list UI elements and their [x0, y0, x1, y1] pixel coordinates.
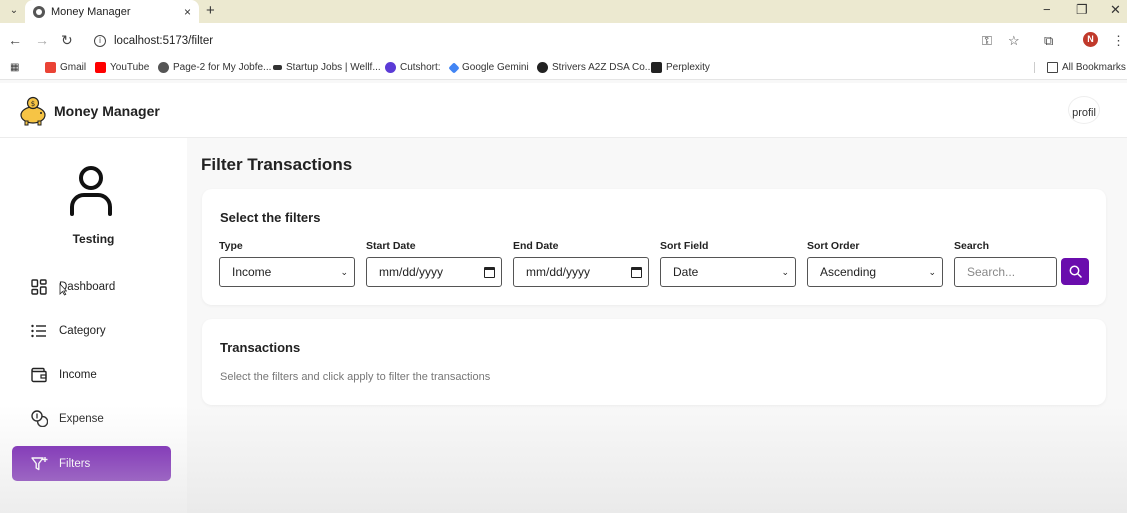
transactions-card: Transactions Select the filters and clic…	[202, 319, 1106, 405]
sort-field-label: Sort Field	[660, 240, 709, 252]
globe-icon	[158, 62, 169, 73]
address-bar: ← → ↻ i localhost:5173/filter ⚿ ☆ ⧉ N ⋮	[0, 23, 1127, 58]
bookmark-strivers[interactable]: Strivers A2Z DSA Co...	[537, 62, 653, 73]
sidebar: Testing Dashboard Category Income Expens…	[0, 138, 187, 513]
reload-icon[interactable]: ↻	[61, 32, 73, 49]
search-placeholder: Search...	[967, 265, 1016, 279]
user-name: Testing	[72, 232, 115, 246]
forward-icon[interactable]: →	[35, 32, 49, 48]
search-label: Search	[954, 240, 990, 252]
site-info-icon[interactable]: i	[94, 35, 106, 47]
apps-grid-icon[interactable]: ▦	[10, 62, 19, 73]
chevron-down-icon: ⌄	[340, 266, 348, 277]
wallet-icon	[30, 366, 48, 384]
start-date-value: mm/dd/yyyy	[379, 265, 444, 279]
bookmark-startup-jobs[interactable]: Startup Jobs | Wellf...	[273, 62, 381, 73]
url-input[interactable]: i localhost:5173/filter	[86, 28, 1036, 54]
url-text: localhost:5173/filter	[114, 35, 214, 47]
all-bookmarks[interactable]: All Bookmarks	[1034, 62, 1126, 73]
sort-field-value: Date	[673, 265, 699, 279]
sidebar-item-label: Category	[59, 324, 106, 337]
dashboard-icon	[30, 278, 48, 296]
bookmarks-bar: ▦ Gmail YouTube Page-2 for My Jobfe... S…	[0, 58, 1127, 80]
start-date-input[interactable]: mm/dd/yyyy	[366, 257, 502, 287]
password-key-icon[interactable]: ⚿	[982, 33, 992, 49]
sidebar-item-label: Income	[59, 368, 97, 381]
close-window-icon[interactable]: ✕	[1110, 2, 1121, 18]
folder-icon	[1047, 62, 1058, 73]
extensions-icon[interactable]: ⧉	[1044, 33, 1053, 49]
bookmark-youtube[interactable]: YouTube	[95, 62, 149, 73]
wellfound-icon	[273, 65, 282, 70]
app-title: Money Manager	[54, 103, 160, 119]
bookmark-page2-jobfe[interactable]: Page-2 for My Jobfe...	[158, 62, 271, 73]
search-icon	[1069, 265, 1082, 278]
striver-icon	[537, 62, 548, 73]
filters-card: Select the filters Type Income ⌄ Start D…	[202, 189, 1106, 305]
browser-tab-bar: ⌄ Money Manager × + − ❐ ✕	[0, 0, 1127, 23]
sidebar-item-filters[interactable]: Filters	[12, 446, 171, 481]
chevron-down-icon: ⌄	[928, 266, 936, 277]
filters-heading: Select the filters	[220, 210, 321, 225]
browser-profile-avatar[interactable]: N	[1083, 32, 1098, 47]
tab-title: Money Manager	[51, 5, 131, 18]
bookmark-google-gemini[interactable]: Google Gemini	[448, 61, 529, 74]
svg-text:$: $	[31, 100, 35, 108]
favicon-icon	[33, 5, 45, 18]
calendar-icon[interactable]	[631, 266, 642, 278]
bookmark-gmail[interactable]: Gmail	[45, 62, 86, 73]
coins-icon	[30, 410, 48, 428]
app-header: $ Money Manager profil	[0, 83, 1127, 138]
mouse-cursor-icon	[59, 283, 67, 296]
sidebar-item-income[interactable]: Income	[12, 357, 171, 392]
type-select[interactable]: Income ⌄	[219, 257, 355, 287]
sort-order-label: Sort Order	[807, 240, 860, 252]
filter-icon	[30, 455, 48, 473]
end-date-label: End Date	[513, 240, 559, 252]
browser-menu-icon[interactable]: ⋮	[1112, 33, 1125, 49]
search-input[interactable]: Search...	[954, 257, 1057, 287]
sort-field-select[interactable]: Date ⌄	[660, 257, 796, 287]
search-button[interactable]	[1061, 258, 1089, 285]
sort-order-select[interactable]: Ascending ⌄	[807, 257, 943, 287]
cutshort-icon	[385, 62, 396, 73]
sidebar-item-label: Filters	[59, 457, 91, 470]
page-title: Filter Transactions	[201, 155, 353, 174]
end-date-value: mm/dd/yyyy	[526, 265, 591, 279]
browser-tab[interactable]: Money Manager ×	[25, 0, 199, 23]
type-label: Type	[219, 240, 243, 252]
back-icon[interactable]: ←	[8, 32, 22, 48]
new-tab-icon[interactable]: +	[206, 2, 215, 19]
tab-close-icon[interactable]: ×	[184, 5, 191, 19]
transactions-empty-message: Select the filters and click apply to fi…	[220, 371, 491, 383]
sidebar-item-label: Dashboard	[59, 280, 116, 293]
profile-image[interactable]: profil	[1068, 96, 1100, 124]
calendar-icon[interactable]	[484, 266, 495, 278]
youtube-icon	[95, 62, 106, 73]
type-select-value: Income	[232, 265, 272, 279]
bookmark-cutshort[interactable]: Cutshort:	[385, 62, 441, 73]
tab-search-icon[interactable]: ⌄	[6, 3, 22, 19]
gemini-icon	[448, 61, 460, 74]
user-icon	[70, 166, 112, 216]
sidebar-item-dashboard[interactable]: Dashboard	[12, 269, 171, 304]
list-icon	[30, 322, 48, 340]
minimize-icon[interactable]: −	[1043, 2, 1051, 17]
perplexity-icon	[651, 62, 662, 73]
gmail-icon	[45, 62, 56, 73]
bookmark-star-icon[interactable]: ☆	[1008, 33, 1020, 49]
bookmark-perplexity[interactable]: Perplexity	[651, 62, 710, 73]
sidebar-item-category[interactable]: Category	[12, 313, 171, 348]
transactions-heading: Transactions	[220, 340, 301, 355]
start-date-label: Start Date	[366, 240, 416, 252]
restore-icon[interactable]: ❐	[1076, 2, 1088, 18]
piggy-bank-logo-icon: $	[20, 96, 46, 126]
chevron-down-icon: ⌄	[781, 266, 789, 277]
sort-order-value: Ascending	[820, 265, 877, 279]
end-date-input[interactable]: mm/dd/yyyy	[513, 257, 649, 287]
sidebar-item-expense[interactable]: Expense	[12, 401, 171, 436]
sidebar-item-label: Expense	[59, 412, 104, 425]
